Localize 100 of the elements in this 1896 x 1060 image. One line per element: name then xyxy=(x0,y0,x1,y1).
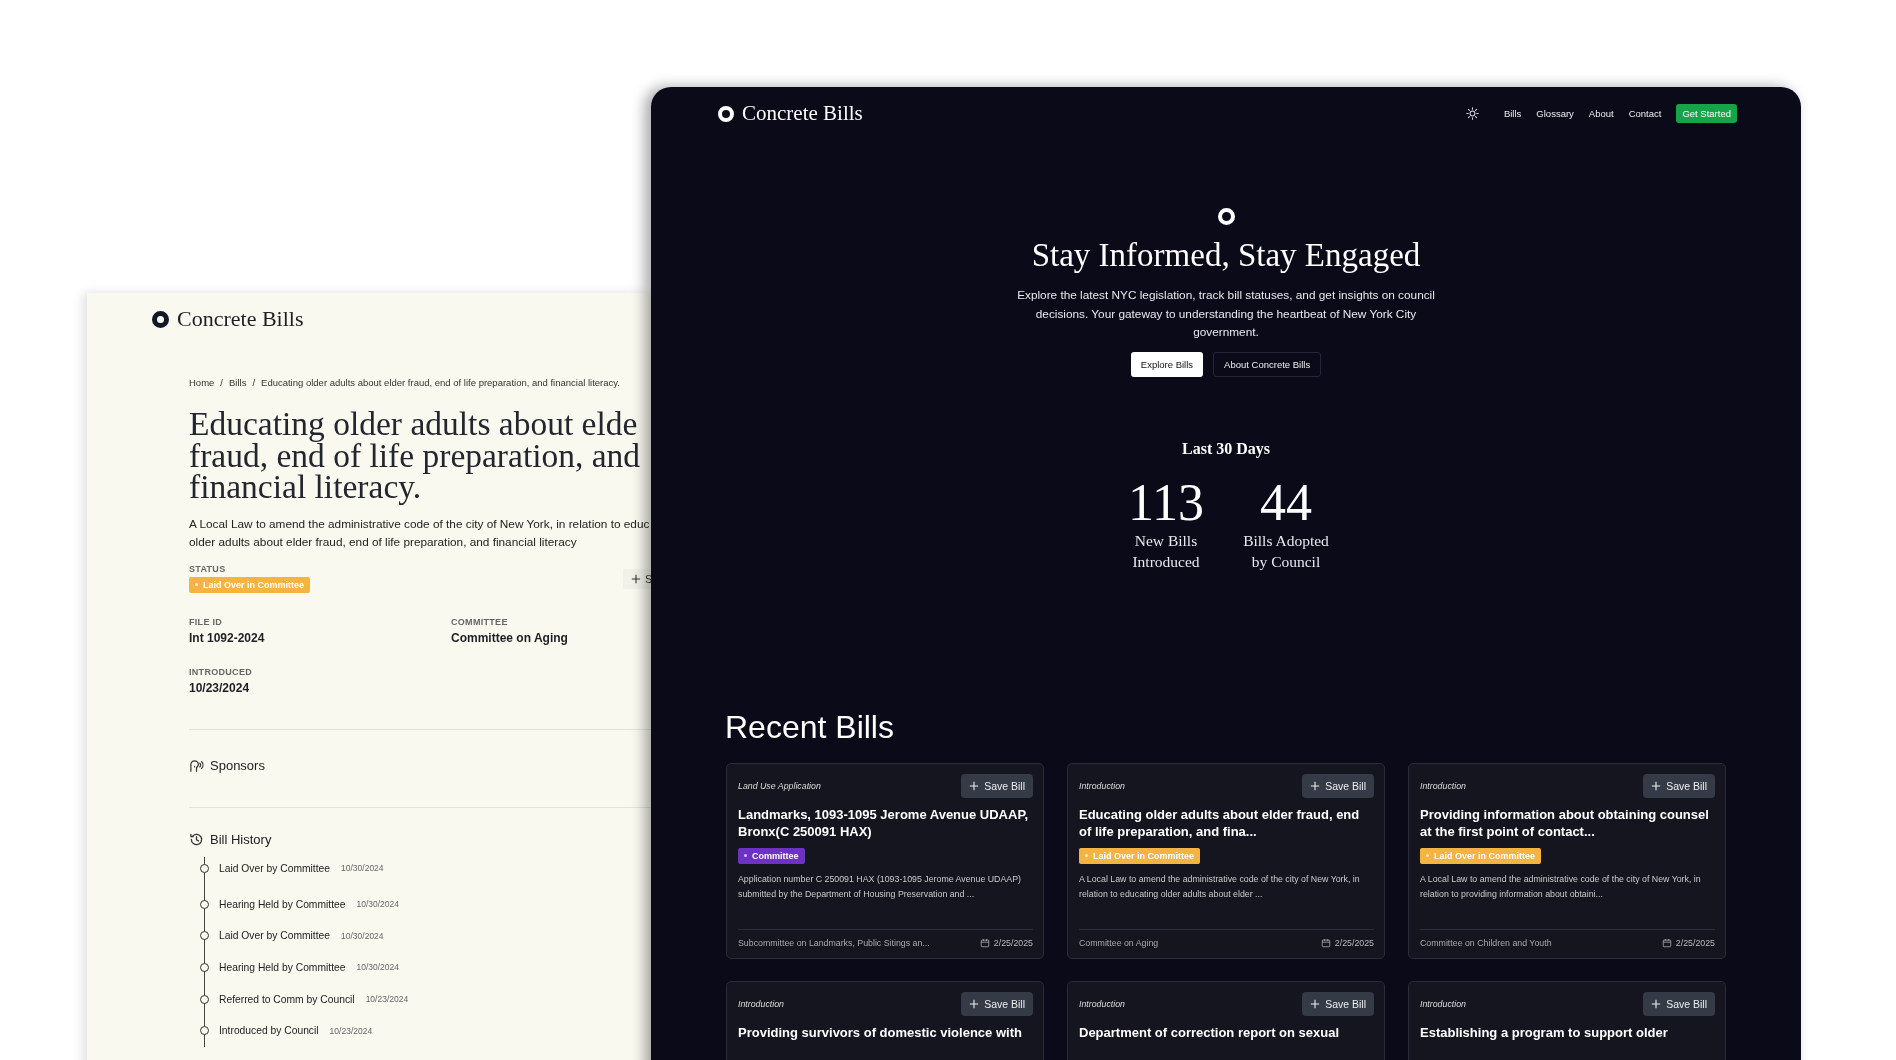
hero-button[interactable]: About Concrete Bills xyxy=(1213,351,1322,377)
stats-title: Last 30 Days xyxy=(1182,439,1270,458)
stat-value: 113 xyxy=(1127,475,1205,530)
timeline-dot xyxy=(200,931,209,941)
field-label: FILE ID xyxy=(189,616,224,627)
section-title: Bill History xyxy=(210,831,272,847)
logo-text: Concrete Bills xyxy=(177,306,304,332)
committee-name: Committee on Children and Youth xyxy=(1420,937,1552,948)
section-title: Recent Bills xyxy=(725,708,895,746)
bill-date: 2/25/2025 xyxy=(1675,937,1715,948)
logo-icon xyxy=(152,310,169,328)
history-action: Referred to Comm by Council xyxy=(219,993,355,1005)
plus-icon xyxy=(1310,998,1321,1009)
breadcrumb-separator: / xyxy=(252,377,256,388)
plus-icon xyxy=(1651,998,1662,1009)
committee-name: Subcommittee on Landmarks, Public Sitings an... xyxy=(738,937,930,948)
save-bill-button[interactable]: Save Bill xyxy=(1643,991,1715,1016)
status-badge: Laid Over in Committee xyxy=(1079,847,1201,864)
save-bill-button[interactable]: Save Bill xyxy=(1302,773,1374,798)
nav-link[interactable]: Glossary xyxy=(1536,108,1574,119)
bill-card[interactable]: Introduction Save Bill Providing survivors of domestic violence with xyxy=(726,980,1044,1060)
calendar-icon xyxy=(1661,937,1672,948)
timeline-dot xyxy=(200,1026,209,1036)
bill-title[interactable]: Providing survivors of domestic violence with xyxy=(738,1023,1033,1041)
breadcrumb-link[interactable]: Home xyxy=(189,377,215,388)
committee-name: Committee on Aging xyxy=(1079,937,1159,948)
calendar-icon xyxy=(1320,937,1331,948)
history-icon xyxy=(189,831,204,847)
hero-text: Explore the latest NYC legislation, track bill statuses, and get insights on council decisions. Your gateway to understanding the heartbeat of New York City government. xyxy=(1016,287,1436,341)
status-badge: Laid Over in Committee xyxy=(1420,847,1542,864)
bill-title[interactable]: Establishing a program to support older xyxy=(1420,1023,1715,1041)
history-date: 10/23/2024 xyxy=(365,994,409,1005)
speaker-icon xyxy=(189,757,204,773)
logo-text: Concrete Bills xyxy=(742,101,863,126)
bill-type: Introduction xyxy=(738,998,784,1009)
field-value: 10/23/2024 xyxy=(189,680,251,695)
field-label: INTRODUCED xyxy=(189,666,253,677)
plus-icon xyxy=(969,998,980,1009)
plus-icon xyxy=(1310,780,1321,791)
nav-link[interactable]: About xyxy=(1588,108,1614,119)
stat-label: New Bills Introduced xyxy=(1131,530,1201,572)
nav-link[interactable]: Contact xyxy=(1628,108,1662,119)
save-bill-button[interactable]: Save Bill xyxy=(1643,773,1715,798)
field-label: COMMITTEE xyxy=(451,616,509,627)
theme-toggle-icon[interactable] xyxy=(1465,107,1479,120)
bill-type: Introduction xyxy=(1079,998,1125,1009)
bill-summary: Application number C 250091 HAX (1093-1095 Jerome Avenue UDAAP) submitted by the Department of Housing Preservation and ... xyxy=(738,872,1022,901)
bill-title: Educating older adults about elde fraud, end of life preparation, and financial literacy. xyxy=(189,408,642,503)
bill-summary: A Local Law to amend the administrative code of the city of New York, in relation to educating older adults about elder ... xyxy=(1079,872,1361,901)
history-date: 10/30/2024 xyxy=(356,899,400,910)
timeline-dot xyxy=(200,994,209,1004)
history-date: 10/30/2024 xyxy=(341,863,384,874)
field-value: Committee on Aging xyxy=(451,630,569,645)
history-action: Laid Over by Committee xyxy=(219,930,331,942)
plus-icon xyxy=(631,573,641,584)
timeline-dot xyxy=(200,863,209,873)
bill-card[interactable] xyxy=(726,762,1044,959)
bill-description: A Local Law to amend the administrative code of the city of New York, in relation to educ older adults about elder fraud, end of life preparation, and financial literacy xyxy=(189,515,651,551)
bill-title[interactable]: Landmarks, 1093-1095 Jerome Avenue UDAAP, Bronx(C 250091 HAX) xyxy=(738,805,1033,840)
history-action: Laid Over by Committee xyxy=(219,862,331,874)
history-date: 10/23/2024 xyxy=(329,1025,373,1036)
save-bill-button[interactable]: Save Bill xyxy=(961,991,1033,1016)
bill-title[interactable]: Department of correction report on sexual xyxy=(1079,1023,1374,1041)
nav-link[interactable]: Bills xyxy=(1503,108,1522,119)
bill-title[interactable]: Educating older adults about elder fraud, end of life preparation, and fina... xyxy=(1079,805,1374,840)
timeline-dot xyxy=(200,899,209,909)
logo-icon xyxy=(718,105,734,122)
section-title: Sponsors xyxy=(210,757,265,773)
bill-type: Introduction xyxy=(1079,780,1125,791)
bill-type: Introduction xyxy=(1420,780,1466,791)
save-button[interactable]: S xyxy=(623,568,651,589)
bill-date: 2/25/2025 xyxy=(1334,937,1374,948)
logo-icon xyxy=(1217,208,1235,225)
bill-title[interactable]: Providing information about obtaining counsel at the first point of contact... xyxy=(1420,805,1715,840)
breadcrumb-separator: / xyxy=(220,377,223,388)
timeline-dot xyxy=(200,962,209,972)
status-badge: Committee xyxy=(738,847,805,864)
history-action: Hearing Held by Committee xyxy=(219,961,346,973)
calendar-icon xyxy=(979,937,990,948)
breadcrumb-link[interactable]: Bills xyxy=(229,377,247,388)
bill-type: Introduction xyxy=(1420,998,1466,1009)
bill-card[interactable] xyxy=(1408,762,1726,959)
bill-card[interactable] xyxy=(1067,762,1385,959)
plus-icon xyxy=(969,780,980,791)
bill-card[interactable]: Introduction Save Bill Establishing a program to support older xyxy=(1408,980,1726,1060)
field-value: Int 1092-2024 xyxy=(189,630,266,645)
bill-summary: A Local Law to amend the administrative code of the city of New York, in relation to providing information about obtaini... xyxy=(1420,872,1702,901)
save-bill-button[interactable]: Save Bill xyxy=(961,773,1033,798)
stat-label: Bills Adopted by Council xyxy=(1242,530,1330,572)
save-bill-button[interactable]: Save Bill xyxy=(1302,991,1374,1016)
history-action: Hearing Held by Committee xyxy=(219,898,346,910)
history-date: 10/30/2024 xyxy=(356,962,400,973)
bill-date: 2/25/2025 xyxy=(993,937,1033,948)
status-badge: Laid Over in Committee xyxy=(189,576,311,593)
bill-card[interactable]: Introduction Save Bill Department of correction report on sexual xyxy=(1067,980,1385,1060)
bill-type: Land Use Application xyxy=(738,780,821,791)
history-date: 10/30/2024 xyxy=(341,930,384,941)
hero-button[interactable]: Explore Bills xyxy=(1130,351,1204,377)
breadcrumb-link[interactable]: Educating older adults about elder fraud, end of life preparation, and financial literacy. xyxy=(261,377,620,388)
history-action: Introduced by Council xyxy=(219,1025,319,1037)
